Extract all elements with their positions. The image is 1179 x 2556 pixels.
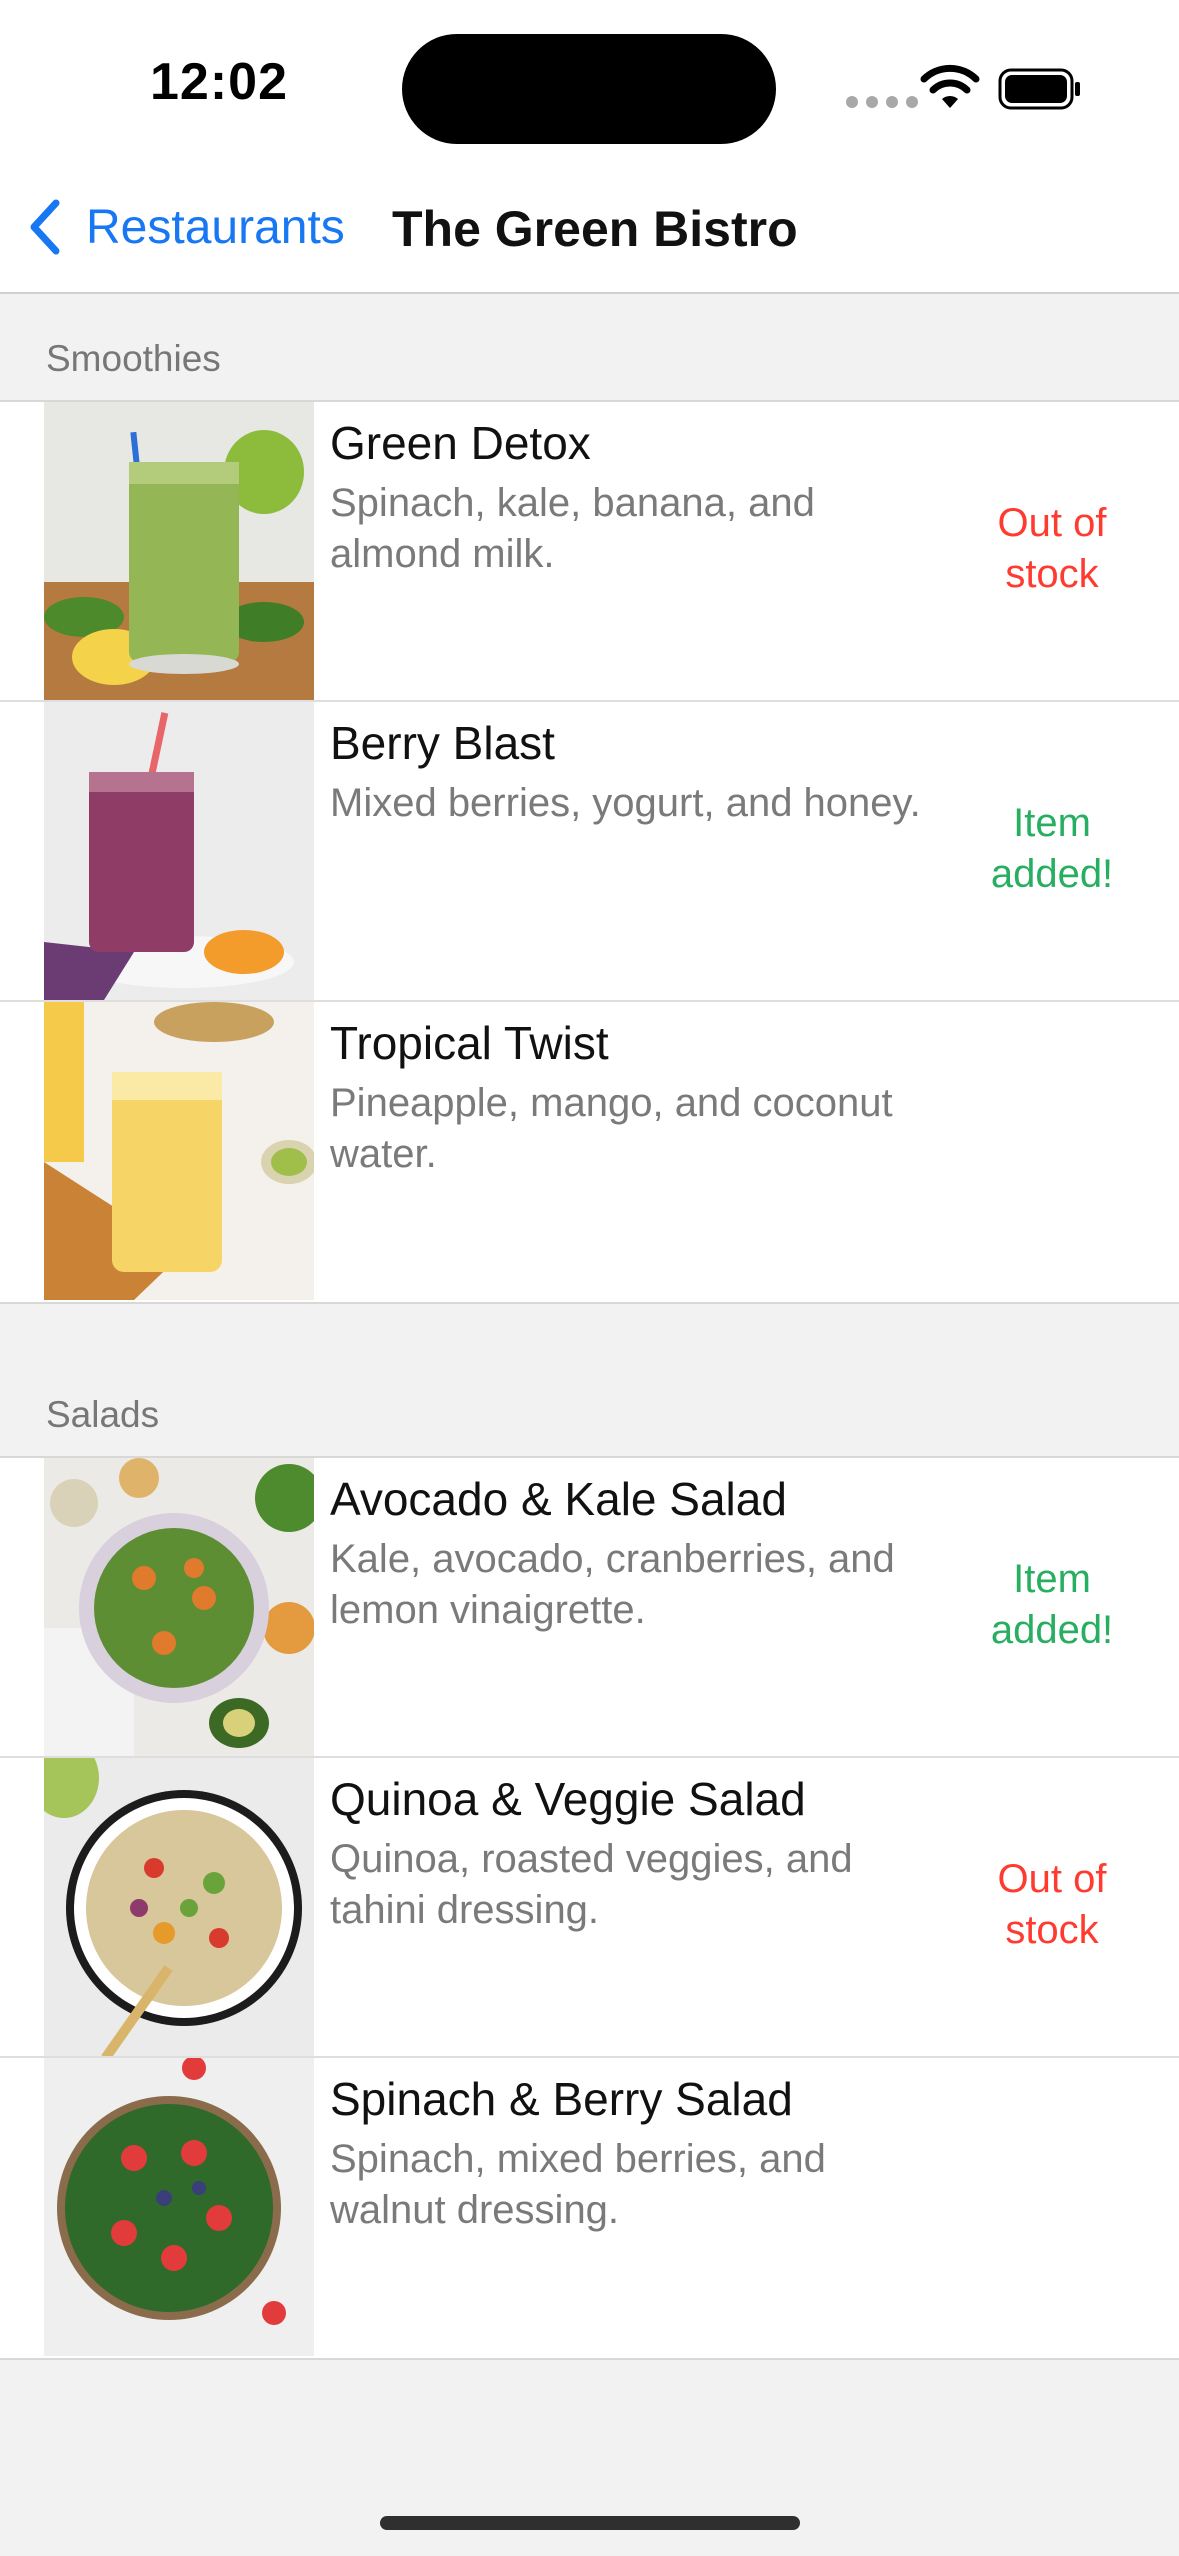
wifi-icon — [920, 64, 980, 108]
list-item[interactable]: Green Detox Spinach, kale, banana, and a… — [0, 402, 1179, 702]
spinach-salad-image — [44, 2058, 314, 2356]
item-description: Spinach, kale, banana, and almond milk. — [330, 481, 815, 576]
item-description: Mixed berries, yogurt, and honey. — [330, 781, 921, 825]
status-bar: 12:02 — [0, 0, 1179, 160]
item-description: Kale, avocado, cranberries, and lemon vi… — [330, 1537, 895, 1632]
item-description: Pineapple, mango, and coconut water. — [330, 1081, 893, 1176]
list-item[interactable]: Tropical Twist Pineapple, mango, and coc… — [0, 1002, 1179, 1302]
back-button-label: Restaurants — [86, 200, 345, 254]
salads-list: Avocado & Kale Salad Kale, avocado, cran… — [0, 1456, 1179, 2360]
status-time: 12:02 — [150, 53, 288, 111]
status-out-of-stock: Out of stock — [997, 1857, 1107, 1952]
item-name: Avocado & Kale Salad — [330, 1473, 787, 1525]
item-name: Green Detox — [330, 417, 591, 469]
dynamic-island — [402, 34, 776, 144]
item-description: Quinoa, roasted veggies, and tahini dres… — [330, 1837, 853, 1932]
cellular-signal-icon — [846, 96, 918, 108]
status-item-added: Item added! — [990, 1557, 1114, 1652]
status-out-of-stock: Out of stock — [997, 501, 1107, 596]
green-smoothie-image — [44, 402, 314, 700]
list-item[interactable]: Berry Blast Mixed berries, yogurt, and h… — [0, 702, 1179, 1002]
item-name: Tropical Twist — [330, 1017, 609, 1069]
back-button[interactable]: Restaurants — [24, 194, 345, 260]
section-header-salads: Salads — [46, 1394, 160, 1435]
kale-salad-image — [44, 1458, 314, 1756]
item-description: Spinach, mixed berries, and walnut dress… — [330, 2137, 826, 2232]
section-header-smoothies: Smoothies — [46, 338, 221, 379]
list-item[interactable]: Spinach & Berry Salad Spinach, mixed ber… — [0, 2058, 1179, 2358]
item-name: Berry Blast — [330, 717, 555, 769]
chevron-left-icon — [30, 199, 60, 255]
navigation-bar: Restaurants The Green Bistro — [0, 160, 1179, 294]
item-name: Spinach & Berry Salad — [330, 2073, 793, 2125]
battery-icon — [998, 68, 1080, 110]
tropical-smoothie-image — [44, 1002, 314, 1300]
list-item[interactable]: Quinoa & Veggie Salad Quinoa, roasted ve… — [0, 1758, 1179, 2058]
status-item-added: Item added! — [990, 801, 1114, 896]
list-item[interactable]: Avocado & Kale Salad Kale, avocado, cran… — [0, 1458, 1179, 1758]
home-indicator[interactable] — [380, 2516, 800, 2530]
item-name: Quinoa & Veggie Salad — [330, 1773, 806, 1825]
smoothies-list: Green Detox Spinach, kale, banana, and a… — [0, 400, 1179, 1304]
quinoa-salad-image — [44, 1758, 314, 2056]
page-title: The Green Bistro — [392, 201, 798, 257]
berry-smoothie-image — [44, 702, 314, 1000]
